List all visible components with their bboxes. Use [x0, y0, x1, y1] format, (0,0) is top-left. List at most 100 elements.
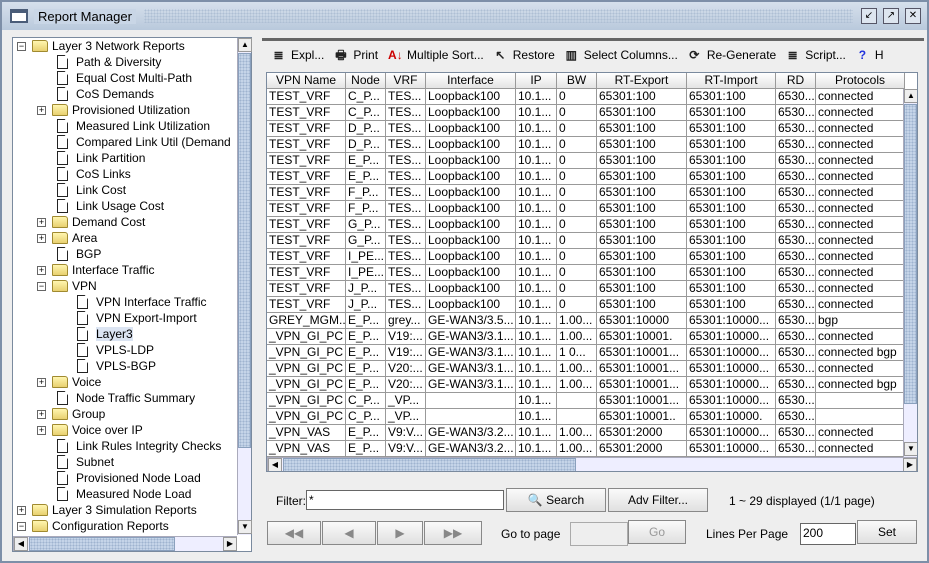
- tree-item[interactable]: VPLS-BGP: [77, 358, 156, 374]
- tree-item[interactable]: CoS Links: [57, 166, 131, 182]
- expand-icon[interactable]: +: [37, 409, 46, 419]
- collapse-icon[interactable]: −: [17, 41, 26, 51]
- tree-item[interactable]: Layer3: [77, 326, 133, 342]
- tree-item[interactable]: VPLS-LDP: [77, 342, 154, 358]
- column-header[interactable]: VRF: [386, 73, 426, 89]
- table-row[interactable]: _VPN_GI_PC E_P... V19:... GE-WAN3/3.1... 10.…: [267, 329, 905, 345]
- scroll-thumb[interactable]: [29, 537, 175, 551]
- table-row[interactable]: TEST_VRF C_P... TES... Loopback100 10.1... 0 6…: [267, 89, 905, 105]
- last-page-button[interactable]: ▶▶: [424, 521, 482, 545]
- column-header[interactable]: Node: [346, 73, 386, 89]
- toolbar-button[interactable]: ⟳ Re-Generate: [688, 48, 776, 62]
- table-row[interactable]: TEST_VRF G_P... TES... Loopback100 10.1... 0 6…: [267, 233, 905, 249]
- tree-item[interactable]: Link Partition: [57, 150, 145, 166]
- column-header[interactable]: Protocols: [816, 73, 905, 89]
- table-row[interactable]: _VPN_VASE_P...V9:V...GE-WAN3/3.2...10.1.…: [267, 441, 905, 457]
- tree-item[interactable]: VPN Export-Import: [77, 310, 197, 326]
- table-row[interactable]: GREY_MGM... E_P... grey... GE-WAN3/3.5... 10…: [267, 313, 905, 329]
- table-row[interactable]: TEST_VRF F_P... TES... Loopback100 10.1... 0 6…: [267, 185, 905, 201]
- table-vertical-scrollbar[interactable]: ▲ ▼: [903, 89, 917, 457]
- tree-item[interactable]: + Group: [37, 406, 105, 422]
- scroll-up-icon[interactable]: ▲: [238, 38, 252, 52]
- table-row[interactable]: TEST_VRF D_P... TES... Loopback100 10.1... 0 6…: [267, 137, 905, 153]
- tree-item[interactable]: + Voice: [37, 374, 101, 390]
- scroll-right-icon[interactable]: ▶: [223, 537, 237, 551]
- toolbar-button[interactable]: A↓ Multiple Sort...: [388, 48, 484, 62]
- filter-input[interactable]: *: [306, 490, 504, 510]
- tree-item[interactable]: Provisioned Node Load: [57, 470, 201, 486]
- toolbar-button[interactable]: ▥ Select Columns...: [565, 48, 678, 62]
- table-row[interactable]: _VPN_GI_PC E_P... V19:... GE-WAN3/3.1... 10.…: [267, 345, 905, 361]
- table-row[interactable]: _VPN_GI_PC E_P... V20:... GE-WAN3/3.1... 10.…: [267, 361, 905, 377]
- column-header[interactable]: Interface: [426, 73, 516, 89]
- goto-page-input[interactable]: [570, 522, 628, 546]
- table-row[interactable]: TEST_VRF E_P... TES... Loopback100 10.1... 0 6…: [267, 169, 905, 185]
- scroll-up-icon[interactable]: ▲: [904, 89, 917, 103]
- table-row[interactable]: _VPN_GI_PC C_P... _VP... 10.1... 65301:10001…: [267, 409, 905, 425]
- tree-item[interactable]: Node Traffic Summary: [57, 390, 195, 406]
- table-row[interactable]: TEST_VRF E_P... TES... Loopback100 10.1... 0 6…: [267, 153, 905, 169]
- scroll-thumb[interactable]: [238, 53, 251, 448]
- table-row[interactable]: TEST_VRF F_P... TES... Loopback100 10.1... 0 6…: [267, 201, 905, 217]
- scroll-thumb[interactable]: [904, 104, 917, 404]
- tree-item[interactable]: Measured Node Load: [57, 486, 191, 502]
- tree-item[interactable]: − VPN: [37, 278, 97, 294]
- tree-item[interactable]: Subnet: [57, 454, 114, 470]
- previous-page-button[interactable]: ◀: [322, 521, 376, 545]
- tree-item[interactable]: BGP: [57, 246, 101, 262]
- expand-icon[interactable]: +: [37, 233, 46, 243]
- scroll-left-icon[interactable]: ◀: [14, 537, 28, 551]
- table-row[interactable]: TEST_VRF D_P... TES... Loopback100 10.1... 0 6…: [267, 121, 905, 137]
- tree-item[interactable]: − Layer 3 Network Reports: [17, 38, 185, 54]
- tree-item[interactable]: + Provisioned Utilization: [37, 102, 190, 118]
- tree-item[interactable]: CoS Demands: [57, 86, 154, 102]
- table-row[interactable]: TEST_VRF I_PE... TES... Loopback100 10.1... 0…: [267, 265, 905, 281]
- close-icon[interactable]: ✕: [905, 8, 921, 24]
- toolbar-button[interactable]: ≣ Script...: [786, 48, 846, 62]
- table-horizontal-scrollbar[interactable]: ◀ ▶: [267, 457, 917, 471]
- table-row[interactable]: _VPN_GI_PC E_P... V20:... GE-WAN3/3.1... 10.…: [267, 377, 905, 393]
- tree-item[interactable]: Measured Link Utilization: [57, 118, 210, 134]
- table-row[interactable]: _VPN_GI_PC C_P... _VP... 10.1... 65301:10001…: [267, 393, 905, 409]
- tree-item[interactable]: Link Rules Integrity Checks: [57, 438, 221, 454]
- table-row[interactable]: TEST_VRF C_P... TES... Loopback100 10.1... 0 6…: [267, 105, 905, 121]
- tree-item[interactable]: + Demand Cost: [37, 214, 145, 230]
- tree-item[interactable]: Compared Link Util (Demand: [57, 134, 231, 150]
- tree-item[interactable]: Path & Diversity: [57, 54, 161, 70]
- go-button[interactable]: Go: [628, 520, 686, 544]
- table-row[interactable]: _VPN_VASE_P...V9:V...GE-WAN3/3.2...10.1.…: [267, 425, 905, 441]
- expand-icon[interactable]: +: [37, 105, 46, 115]
- column-header[interactable]: VPN Name: [267, 73, 346, 89]
- next-page-button[interactable]: ▶: [377, 521, 423, 545]
- column-header[interactable]: RT-Export: [597, 73, 687, 89]
- table-row[interactable]: TEST_VRF J_P... TES... Loopback100 10.1... 0 6…: [267, 281, 905, 297]
- column-header[interactable]: BW: [557, 73, 597, 89]
- scroll-thumb[interactable]: [283, 458, 576, 471]
- toolbar-button[interactable]: ↖ Restore: [494, 48, 555, 62]
- maximize-icon[interactable]: ↗: [883, 8, 899, 24]
- expand-icon[interactable]: +: [37, 425, 46, 435]
- collapse-icon[interactable]: −: [17, 521, 26, 531]
- first-page-button[interactable]: ◀◀: [267, 521, 321, 545]
- column-header[interactable]: IP: [516, 73, 557, 89]
- table-row[interactable]: TEST_VRF I_PE... TES... Loopback100 10.1... 0…: [267, 249, 905, 265]
- toolbar-button[interactable]: ≣ Expl...: [272, 48, 324, 62]
- tree-item[interactable]: + Area: [37, 230, 97, 246]
- tree-horizontal-scrollbar[interactable]: ◀ ▶: [13, 536, 237, 551]
- collapse-icon[interactable]: −: [37, 281, 46, 291]
- scroll-left-icon[interactable]: ◀: [268, 458, 282, 471]
- expand-icon[interactable]: +: [37, 265, 46, 275]
- adv-filter-button[interactable]: Adv Filter...: [608, 488, 708, 512]
- tree-item[interactable]: − Configuration Reports: [17, 518, 169, 534]
- tree-item[interactable]: + Layer 3 Simulation Reports: [17, 502, 197, 518]
- toolbar-button[interactable]: ? H: [856, 48, 884, 62]
- tree-item[interactable]: + Interface Traffic: [37, 262, 154, 278]
- lines-per-page-input[interactable]: 200: [800, 523, 856, 545]
- scroll-down-icon[interactable]: ▼: [238, 520, 252, 534]
- report-tree[interactable]: − Layer 3 Network Reports Path & Diversity…: [13, 38, 237, 535]
- tree-item[interactable]: Link Cost: [57, 182, 126, 198]
- toolbar-button[interactable]: 🖶 Print: [334, 48, 378, 62]
- column-header[interactable]: RT-Import: [687, 73, 776, 89]
- table-row[interactable]: TEST_VRF G_P... TES... Loopback100 10.1... 0 6…: [267, 217, 905, 233]
- table-row[interactable]: TEST_VRF J_P... TES... Loopback100 10.1... 0 6…: [267, 297, 905, 313]
